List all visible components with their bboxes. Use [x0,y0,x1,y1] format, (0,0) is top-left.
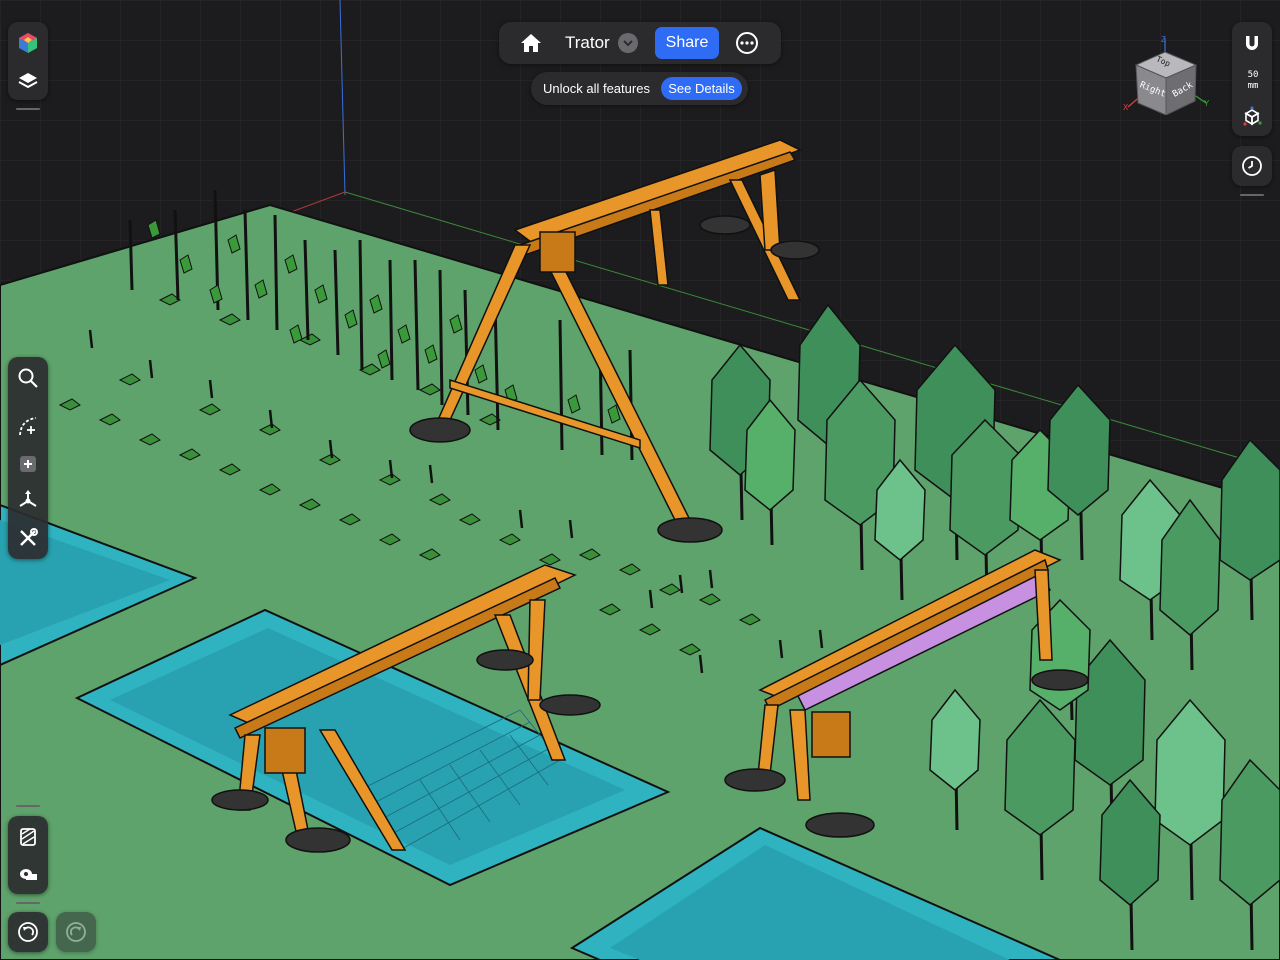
axis-x-label: X [1123,103,1129,112]
view-cube[interactable]: Top Right Back X Y Z [1120,35,1215,116]
transform-button[interactable] [9,481,47,519]
document-toolbar: Trator Share [499,22,781,64]
chevron-down-icon [623,39,633,46]
clock-icon-wrap [1233,147,1271,185]
appearance-icon [20,828,36,846]
app-logo-button[interactable] [9,24,47,62]
view-settings-button[interactable] [1233,98,1271,136]
house-icon [521,34,541,52]
divider [1240,194,1264,196]
sketch-button[interactable] [9,407,47,445]
measure-button[interactable] [9,856,47,894]
add-primitive-icon [20,456,36,472]
appearance-button[interactable] [9,818,47,856]
history-button[interactable] [1232,146,1272,186]
app-logo-icon [19,33,37,53]
right-toolbar: 50 mm [1232,22,1272,136]
layers-icon [18,73,38,89]
undo-icon-wrap [9,913,47,951]
share-button[interactable]: Share [655,27,719,59]
magnet-icon [1246,36,1258,50]
sketch-arc-icon [19,417,37,436]
grid-scale-button[interactable]: 50 mm [1232,68,1272,92]
undo-icon [18,922,38,942]
see-details-button[interactable]: See Details [661,77,742,100]
cad-viewport[interactable]: Trator Share Unlock all features See Det… [0,0,1280,960]
undo-button[interactable] [8,912,48,952]
clock-icon [1242,156,1262,176]
left-top-toolbar [8,22,48,100]
upgrade-text: Unlock all features [543,81,650,96]
home-button[interactable] [513,29,549,57]
grid-scale-value: 50 [1247,70,1259,80]
tools-button[interactable] [9,519,47,557]
divider [16,902,40,904]
more-options-button[interactable] [736,32,758,54]
model-scene[interactable] [0,0,1280,960]
divider [16,805,40,807]
add-primitive-button[interactable] [9,445,47,483]
layers-button[interactable] [9,62,47,100]
left-tools-toolbar [8,357,48,559]
left-bottom-toolbar [8,816,48,894]
search-button[interactable] [9,359,47,397]
transform-icon [19,490,37,507]
divider [16,108,40,110]
tools-icon [20,528,38,546]
grid-scale-unit: mm [1247,81,1259,91]
snap-button[interactable] [1233,24,1271,62]
upgrade-banner: Unlock all features See Details [531,72,748,105]
measure-icon [20,869,37,880]
axis-z-label: Z [1161,35,1166,44]
title-menu-button[interactable] [618,33,638,53]
redo-icon-wrap [57,913,95,951]
cube-axes-icon [1243,106,1262,126]
axis-y-label: Y [1204,99,1210,108]
ellipsis-circle-icon [740,41,754,45]
redo-icon [66,922,86,942]
search-icon [18,368,38,388]
redo-button[interactable] [56,912,96,952]
document-title[interactable]: Trator [565,33,610,53]
